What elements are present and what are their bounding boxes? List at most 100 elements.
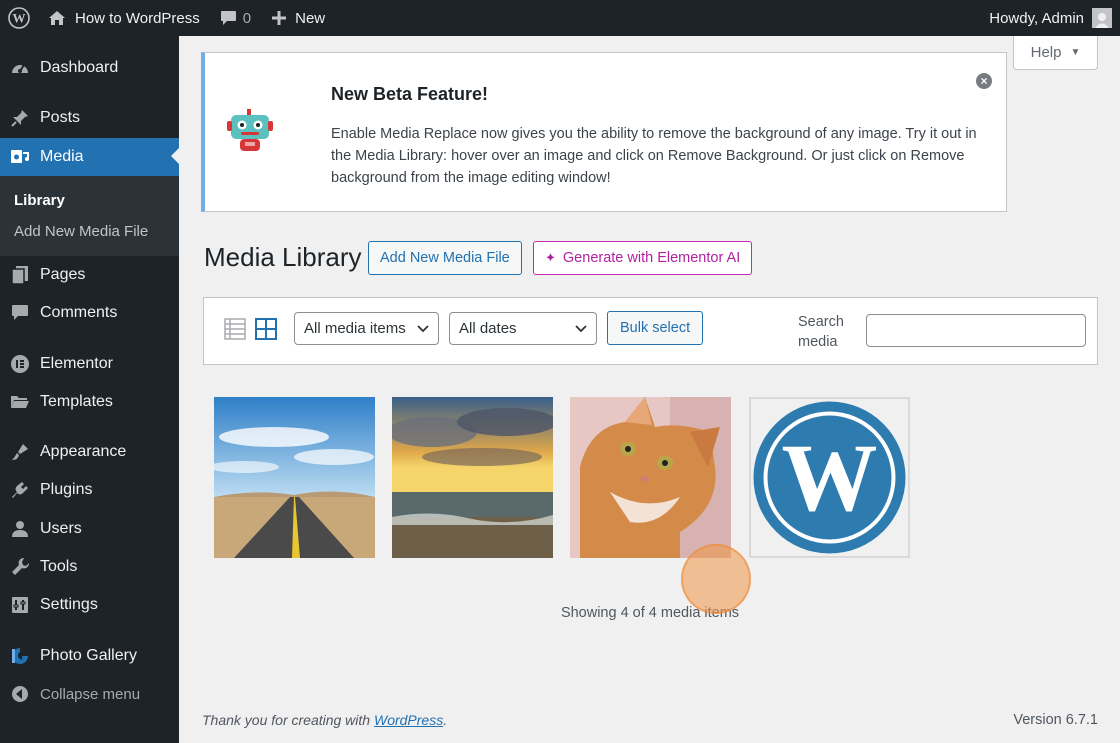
wrench-icon [10, 557, 30, 577]
caret-down-icon: ▼ [1070, 47, 1081, 58]
elementor-ai-label: Generate with Elementor AI [562, 250, 741, 266]
menu-label: Posts [40, 109, 81, 126]
grid-view-icon[interactable] [255, 318, 277, 340]
attachment-cat[interactable] [570, 397, 731, 558]
menu-tools[interactable]: Tools [0, 549, 179, 585]
search-media-input[interactable] [866, 314, 1086, 347]
dashboard-icon [10, 58, 30, 78]
chevron-down-icon [417, 325, 429, 333]
sparkle-icon: ✦ [545, 250, 556, 265]
click-highlight-indicator [681, 544, 751, 614]
menu-label: Dashboard [40, 59, 119, 76]
new-label: New [295, 9, 326, 27]
generate-with-elementor-ai-button[interactable]: ✦ Generate with Elementor AI [533, 241, 753, 275]
notice-text: Enable Media Replace now gives you the a… [331, 126, 977, 186]
sunset-sea-image [392, 397, 553, 558]
media-icon [10, 147, 30, 167]
comment-bubble-icon [220, 11, 236, 25]
submenu-add-new-media-file[interactable]: Add New Media File [14, 223, 148, 240]
attachment-wordpress-logo[interactable]: W [749, 397, 910, 558]
menu-templates[interactable]: Templates [0, 384, 179, 420]
date-filter-value: All dates [459, 320, 517, 337]
plugin-icon [10, 480, 30, 500]
menu-label: Photo Gallery [40, 647, 137, 664]
add-new-media-file-label: Add New Media File [380, 250, 510, 266]
attachment-road-desert[interactable] [214, 397, 375, 558]
bulk-select-button[interactable]: Bulk select [607, 311, 704, 345]
footer-thank-you: Thank you for creating with WordPress. [202, 712, 447, 728]
menu-photo-gallery[interactable]: Photo Gallery [0, 638, 179, 674]
comments-link[interactable]: 0 [210, 0, 261, 36]
menu-label: Settings [40, 596, 98, 613]
admin-sidebar: Dashboard Posts Media Library Add New Me… [0, 36, 179, 743]
menu-settings[interactable]: Settings [0, 587, 179, 623]
avatar-person-icon [1095, 13, 1109, 28]
howdy-greeting: Howdy, Admin [989, 9, 1084, 27]
menu-posts[interactable]: Posts [0, 100, 179, 136]
search-media-label: Search media [798, 314, 844, 350]
menu-users[interactable]: Users [0, 511, 179, 547]
menu-label: Appearance [40, 443, 127, 460]
user-icon [10, 519, 30, 539]
pin-icon [10, 108, 30, 128]
avatar [1092, 8, 1112, 28]
add-new-media-file-button[interactable]: Add New Media File [368, 241, 522, 275]
menu-comments[interactable]: Comments [0, 295, 179, 331]
help-label: Help [1030, 44, 1062, 61]
submenu-library[interactable]: Library [14, 192, 65, 209]
page-title: Media Library [204, 242, 362, 272]
footer-wordpress-link[interactable]: WordPress [374, 712, 443, 728]
menu-label: Pages [40, 266, 86, 283]
photo-gallery-icon [10, 646, 30, 666]
dismiss-notice-button[interactable]: × [976, 73, 992, 89]
notice-title: New Beta Feature! [331, 84, 489, 104]
footer-thanks-prefix: Thank you for creating with [202, 712, 371, 728]
list-view-icon[interactable] [224, 318, 246, 340]
beta-feature-notice: New Beta Feature! Enable Media Replace n… [201, 52, 1007, 212]
comments-count: 0 [242, 9, 252, 27]
menu-label: Media [40, 148, 84, 165]
menu-label: Comments [40, 304, 118, 321]
close-icon: × [980, 74, 988, 88]
menu-plugins[interactable]: Plugins [0, 472, 179, 508]
new-content-link[interactable]: New [261, 0, 335, 36]
svg-text:W: W [13, 11, 26, 26]
menu-appearance[interactable]: Appearance [0, 434, 179, 470]
media-submenu: Library Add New Media File [0, 176, 179, 256]
menu-pages[interactable]: Pages [0, 257, 179, 293]
collapse-arrow-icon [10, 684, 30, 704]
collapse-menu-button[interactable]: Collapse menu [0, 676, 179, 712]
brush-icon [10, 442, 30, 462]
my-account-link[interactable]: Howdy, Admin [979, 0, 1120, 36]
media-type-filter-value: All media items [304, 320, 406, 337]
footer-thanks-suffix: . [443, 712, 448, 728]
menu-label: Plugins [40, 481, 93, 498]
menu-label: Users [40, 520, 82, 537]
menu-label: Elementor [40, 355, 113, 372]
media-toolbar: All media items All dates Bulk select Se… [203, 297, 1098, 365]
menu-elementor[interactable]: Elementor [0, 346, 179, 382]
site-name: How to WordPress [75, 9, 200, 27]
menu-label: Templates [40, 393, 113, 410]
attachment-sunset-sea[interactable] [392, 397, 553, 558]
comments-icon [10, 303, 30, 323]
site-name-link[interactable]: How to WordPress [38, 0, 210, 36]
settings-icon [10, 595, 30, 615]
admin-bar: W How to WordPress 0 New Howdy, Admin [0, 0, 1120, 36]
chevron-down-icon [575, 325, 587, 333]
home-icon [49, 11, 65, 25]
pages-icon [10, 265, 30, 285]
wordpress-logo-icon: W [8, 7, 30, 29]
date-filter-select[interactable]: All dates [449, 312, 597, 345]
menu-dashboard[interactable]: Dashboard [0, 50, 179, 86]
road-desert-image [214, 397, 375, 558]
cat-image [570, 397, 731, 558]
wordpress-logo-image: W [753, 401, 906, 554]
collapse-menu-label: Collapse menu [40, 685, 141, 703]
wordpress-logo-button[interactable]: W [0, 0, 38, 36]
help-tab-button[interactable]: Help ▼ [1013, 36, 1098, 70]
menu-media[interactable]: Media [0, 138, 179, 176]
media-type-filter-select[interactable]: All media items [294, 312, 439, 345]
elementor-icon [10, 354, 30, 374]
svg-text:W: W [782, 424, 878, 531]
